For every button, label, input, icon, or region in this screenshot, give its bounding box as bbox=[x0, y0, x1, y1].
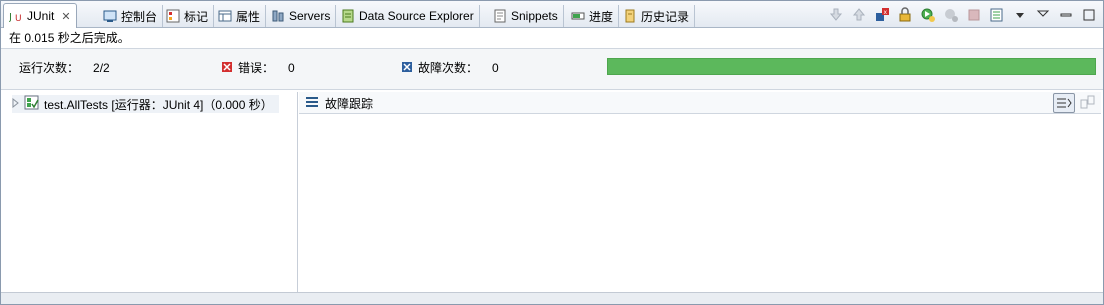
maximize-view-icon[interactable] bbox=[1081, 7, 1097, 23]
minimize-icon[interactable] bbox=[1035, 7, 1051, 23]
tree-item-root[interactable]: test.AllTests [运行器：JUnit 4]（0.000 秒） bbox=[12, 95, 279, 113]
tab-label: Servers bbox=[289, 9, 331, 23]
failures-label: 故障次数： bbox=[418, 61, 479, 75]
status-message: 在 0.015 秒之后完成。 bbox=[9, 31, 130, 45]
tab-progress[interactable]: 进度 bbox=[566, 5, 620, 27]
test-tree-pane: test.AllTests [运行器：JUnit 4]（0.000 秒） bbox=[6, 92, 298, 292]
tab-label: 属性 bbox=[236, 9, 261, 24]
failure-trace-header: 故障跟踪 bbox=[299, 92, 1101, 114]
data-source-icon bbox=[341, 9, 355, 23]
expand-arrow-icon[interactable] bbox=[12, 97, 20, 111]
tab-label: 历史记录 bbox=[641, 9, 690, 24]
minimize-view-icon[interactable] bbox=[1058, 7, 1074, 23]
error-icon bbox=[222, 60, 232, 76]
history-icon bbox=[623, 9, 637, 23]
test-run-history-icon[interactable] bbox=[989, 7, 1005, 23]
tab-console[interactable]: 控制台 bbox=[98, 5, 164, 27]
tab-data-source-explorer[interactable]: Data Source Explorer bbox=[336, 5, 480, 27]
errors-counter: 错误： 0 bbox=[222, 60, 295, 76]
tab-junit[interactable]: JU JUnit ✕ bbox=[3, 3, 77, 28]
failure-trace-pane: 故障跟踪 bbox=[299, 92, 1101, 292]
failures-counter: 故障次数： 0 bbox=[402, 60, 499, 76]
markers-icon bbox=[166, 9, 180, 23]
tab-markers[interactable]: 标记 bbox=[161, 5, 215, 27]
compare-result-icon[interactable] bbox=[1079, 93, 1097, 113]
scroll-lock-icon[interactable] bbox=[897, 7, 913, 23]
view-menu-icon[interactable] bbox=[1012, 7, 1028, 23]
tab-properties[interactable]: 属性 bbox=[213, 5, 267, 27]
stack-trace-icon bbox=[305, 95, 319, 112]
tab-label: Snippets bbox=[511, 9, 558, 23]
failure-trace-title: 故障跟踪 bbox=[325, 97, 374, 111]
svg-text:x: x bbox=[884, 9, 888, 16]
stop-icon[interactable] bbox=[966, 7, 982, 23]
failure-trace-title-group: 故障跟踪 bbox=[305, 95, 373, 112]
servers-icon bbox=[271, 9, 285, 23]
errors-label: 错误： bbox=[238, 61, 275, 75]
rerun-test-icon[interactable] bbox=[920, 7, 936, 23]
svg-text:U: U bbox=[15, 14, 22, 23]
tab-servers[interactable]: Servers bbox=[266, 5, 337, 27]
errors-value: 0 bbox=[288, 61, 295, 75]
rerun-failures-first-icon[interactable] bbox=[943, 7, 959, 23]
test-suite-success-icon bbox=[24, 95, 40, 114]
console-icon bbox=[103, 9, 117, 23]
junit-view: JU JUnit ✕ 控制台 标记 属性 Servers Data Source… bbox=[0, 0, 1104, 305]
test-counters: 运行次数： 2/2 错误： 0 故障次数： 0 bbox=[1, 48, 1103, 90]
tab-label: JUnit bbox=[27, 9, 55, 23]
tab-label: 标记 bbox=[184, 9, 209, 24]
runs-value: 2/2 bbox=[93, 61, 110, 75]
tab-history[interactable]: 历史记录 bbox=[618, 5, 696, 27]
previous-failure-icon[interactable] bbox=[851, 7, 867, 23]
tab-label: 控制台 bbox=[121, 9, 158, 24]
show-failures-only-icon[interactable]: x bbox=[874, 7, 890, 23]
tab-label: Data Source Explorer bbox=[359, 9, 474, 23]
filter-stack-trace-icon[interactable] bbox=[1053, 93, 1075, 113]
junit-icon: JU bbox=[8, 9, 23, 24]
test-progress-bar bbox=[607, 58, 1096, 75]
runs-label: 运行次数： bbox=[19, 61, 80, 75]
runs-counter: 运行次数： 2/2 bbox=[19, 60, 110, 76]
view-tab-bar: JU JUnit ✕ 控制台 标记 属性 Servers Data Source… bbox=[1, 1, 1103, 28]
tree-item-label: test.AllTests [运行器：JUnit 4]（0.000 秒） bbox=[44, 97, 273, 112]
failures-value: 0 bbox=[492, 61, 499, 75]
tab-label: 进度 bbox=[589, 9, 614, 24]
svg-text:J: J bbox=[9, 12, 12, 23]
view-bottom-border bbox=[1, 292, 1103, 304]
progress-icon bbox=[571, 9, 585, 23]
properties-icon bbox=[218, 9, 232, 23]
next-failure-icon[interactable] bbox=[828, 7, 844, 23]
snippets-icon bbox=[493, 9, 507, 23]
failure-icon bbox=[402, 60, 412, 76]
close-icon[interactable]: ✕ bbox=[61, 10, 70, 23]
tab-snippets[interactable]: Snippets bbox=[488, 5, 564, 27]
view-toolbar: x bbox=[828, 6, 1097, 24]
failure-trace-toolbar bbox=[1053, 93, 1097, 113]
